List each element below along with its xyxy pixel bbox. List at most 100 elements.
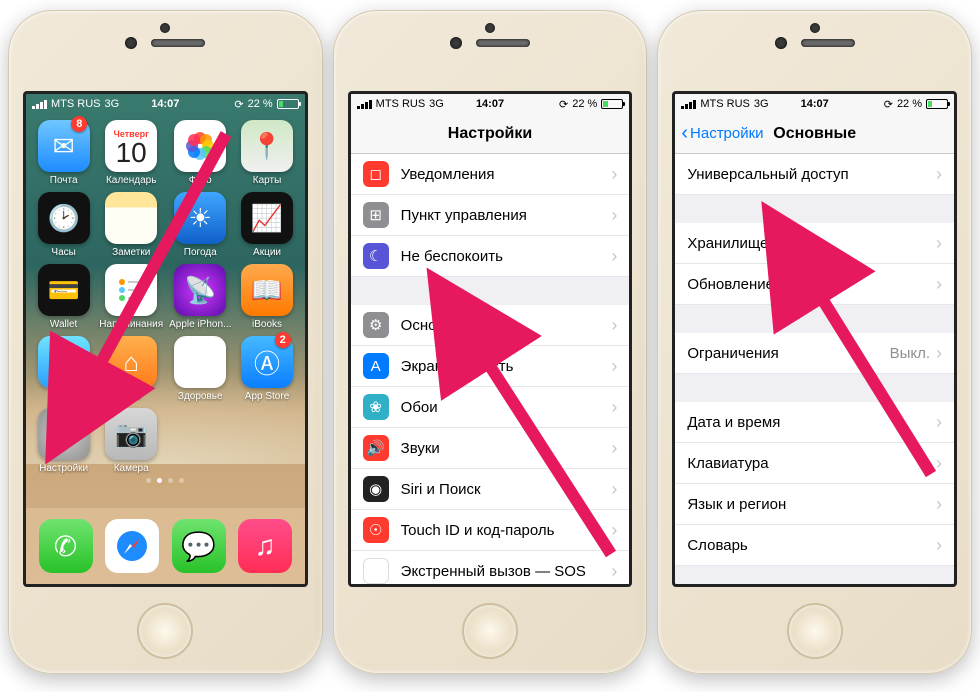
page-title: Основные bbox=[773, 125, 856, 143]
reminders-icon bbox=[105, 264, 157, 316]
touchid-icon: ☉ bbox=[363, 517, 389, 543]
app-photos[interactable]: Фото bbox=[169, 120, 231, 186]
notes-icon bbox=[105, 192, 157, 244]
home-button[interactable] bbox=[462, 603, 518, 659]
row-siri[interactable]: ◉Siri и Поиск› bbox=[351, 469, 630, 510]
chevron-right-icon: › bbox=[611, 479, 617, 500]
row-language-region[interactable]: Язык и регион› bbox=[675, 484, 954, 525]
general-icon: ⚙ bbox=[363, 312, 389, 338]
camera-icon: 📷 bbox=[105, 408, 157, 460]
app-wallet[interactable]: 💳Wallet bbox=[34, 264, 93, 330]
chevron-right-icon: › bbox=[611, 356, 617, 377]
app-podcasts[interactable]: 📡Apple iPhon... bbox=[169, 264, 231, 330]
app-home[interactable]: ⌂Дом bbox=[99, 336, 163, 402]
chevron-left-icon: ‹ bbox=[681, 122, 688, 145]
phone-settings: MTS RUS 3G 14:07 ⟳ 22 % Настройки ◻Уведо… bbox=[333, 10, 648, 674]
app-reminders[interactable]: Напоминания bbox=[99, 264, 163, 330]
row-control-center[interactable]: ⊞Пункт управления› bbox=[351, 195, 630, 236]
sounds-icon: 🔊 bbox=[363, 435, 389, 461]
chevron-right-icon: › bbox=[611, 520, 617, 541]
dock: ✆ 💬 ♫ bbox=[26, 508, 305, 584]
sos-icon: SOS bbox=[363, 558, 389, 584]
clock-label: 14:07 bbox=[26, 98, 305, 110]
row-sounds[interactable]: 🔊Звуки› bbox=[351, 428, 630, 469]
clock-icon: 🕑 bbox=[38, 192, 90, 244]
app-settings[interactable]: ⚙︎Настройки bbox=[34, 408, 93, 474]
chevron-right-icon: › bbox=[936, 453, 942, 474]
page-title: Настройки bbox=[448, 125, 532, 143]
row-general[interactable]: ⚙Основные› bbox=[351, 305, 630, 346]
chevron-right-icon: › bbox=[936, 343, 942, 364]
battery-icon bbox=[601, 99, 623, 109]
app-ibooks[interactable]: 📖iBooks bbox=[237, 264, 296, 330]
app-appstore[interactable]: Ⓐ2App Store bbox=[237, 336, 296, 402]
home-icon: ⌂ bbox=[105, 336, 157, 388]
photos-icon bbox=[174, 120, 226, 172]
row-accessibility[interactable]: Универсальный доступ› bbox=[675, 154, 954, 195]
chevron-right-icon: › bbox=[611, 315, 617, 336]
chevron-right-icon: › bbox=[611, 561, 617, 582]
settings-icon: ⚙︎ bbox=[38, 408, 90, 460]
app-notes[interactable]: Заметки bbox=[99, 192, 163, 258]
back-button[interactable]: ‹Настройки bbox=[681, 122, 763, 145]
row-keyboard[interactable]: Клавиатура› bbox=[675, 443, 954, 484]
chevron-right-icon: › bbox=[936, 164, 942, 185]
ibooks-icon: 📖 bbox=[241, 264, 293, 316]
app-mail[interactable]: ✉︎8Почта bbox=[34, 120, 93, 186]
navbar: ‹Настройки Основные bbox=[675, 114, 954, 154]
app-health[interactable]: ♥Здоровье bbox=[169, 336, 231, 402]
phone-general: MTS RUS 3G 14:07 ⟳ 22 % ‹Настройки Основ… bbox=[657, 10, 972, 674]
stocks-icon: 📈 bbox=[241, 192, 293, 244]
chevron-right-icon: › bbox=[611, 438, 617, 459]
wallpaper-icon: ❀ bbox=[363, 394, 389, 420]
app-calendar[interactable]: Четверг10Календарь bbox=[99, 120, 163, 186]
row-restrictions[interactable]: ОграниченияВыкл.› bbox=[675, 333, 954, 374]
dock-app-music[interactable]: ♫ bbox=[238, 519, 292, 573]
videos-icon: 🎬 bbox=[38, 336, 90, 388]
dock-app-messages[interactable]: 💬 bbox=[172, 519, 226, 573]
badge: 2 bbox=[275, 332, 291, 348]
podcasts-icon: 📡 bbox=[174, 264, 226, 316]
control-center-icon: ⊞ bbox=[363, 202, 389, 228]
chevron-right-icon: › bbox=[611, 205, 617, 226]
phone-home: MTS RUS 3G 14:07 ⟳ 22 % ✉︎8Почта Четверг… bbox=[8, 10, 323, 674]
weather-icon: ☀︎ bbox=[174, 192, 226, 244]
row-iphone-storage[interactable]: Хранилище iPhone› bbox=[675, 223, 954, 264]
home-button[interactable] bbox=[137, 603, 193, 659]
wallet-icon: 💳 bbox=[38, 264, 90, 316]
app-clock[interactable]: 🕑Часы bbox=[34, 192, 93, 258]
dock-app-safari[interactable] bbox=[105, 519, 159, 573]
chevron-right-icon: › bbox=[611, 164, 617, 185]
display-icon: A bbox=[363, 353, 389, 379]
battery-icon bbox=[277, 99, 299, 109]
row-dictionary[interactable]: Словарь› bbox=[675, 525, 954, 566]
status-bar: MTS RUS 3G 14:07 ⟳ 22 % bbox=[675, 94, 954, 114]
dnd-icon: ☾ bbox=[363, 243, 389, 269]
navbar: Настройки bbox=[351, 114, 630, 154]
chevron-right-icon: › bbox=[936, 494, 942, 515]
chevron-right-icon: › bbox=[936, 535, 942, 556]
app-weather[interactable]: ☀︎Погода bbox=[169, 192, 231, 258]
chevron-right-icon: › bbox=[611, 397, 617, 418]
home-button[interactable] bbox=[787, 603, 843, 659]
row-wallpaper[interactable]: ❀Обои› bbox=[351, 387, 630, 428]
row-touchid[interactable]: ☉Touch ID и код-пароль› bbox=[351, 510, 630, 551]
app-stocks[interactable]: 📈Акции bbox=[237, 192, 296, 258]
dock-app-phone[interactable]: ✆ bbox=[39, 519, 93, 573]
row-notifications[interactable]: ◻Уведомления› bbox=[351, 154, 630, 195]
row-display[interactable]: AЭкран и яркость› bbox=[351, 346, 630, 387]
chevron-right-icon: › bbox=[936, 274, 942, 295]
chevron-right-icon: › bbox=[611, 246, 617, 267]
app-maps[interactable]: 📍Карты bbox=[237, 120, 296, 186]
notifications-icon: ◻ bbox=[363, 161, 389, 187]
value-label: Выкл. bbox=[890, 345, 930, 362]
app-camera[interactable]: 📷Камера bbox=[99, 408, 163, 474]
status-bar: MTS RUS 3G 14:07 ⟳ 22 % bbox=[26, 94, 305, 114]
row-dnd[interactable]: ☾Не беспокоить› bbox=[351, 236, 630, 277]
row-date-time[interactable]: Дата и время› bbox=[675, 402, 954, 443]
app-videos[interactable]: 🎬Видео bbox=[34, 336, 93, 402]
row-background-refresh[interactable]: Обновление контента› bbox=[675, 264, 954, 305]
maps-icon: 📍 bbox=[241, 120, 293, 172]
chevron-right-icon: › bbox=[936, 412, 942, 433]
row-sos[interactable]: SOSЭкстренный вызов — SOS› bbox=[351, 551, 630, 587]
